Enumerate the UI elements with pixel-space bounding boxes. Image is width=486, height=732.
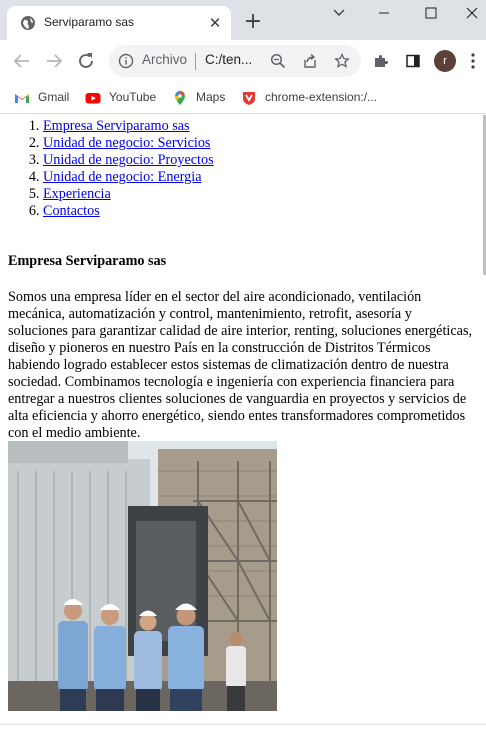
maximize-icon[interactable] [418, 2, 444, 24]
company-description: Somos una empresa líder en el sector del… [8, 289, 473, 441]
bookmark-label: Maps [196, 90, 226, 104]
extensions-puzzle-icon[interactable] [373, 53, 389, 69]
nav-item: Unidad de negocio: Servicios [43, 135, 443, 152]
new-tab-button[interactable]: + [242, 11, 264, 33]
globe-icon [21, 16, 35, 30]
page-viewport: Empresa Serviparamo sas Unidad de negoci… [0, 115, 486, 725]
minimize-icon[interactable] [371, 2, 397, 24]
address-bar[interactable]: Archivo C:/ten... [109, 45, 361, 77]
share-icon[interactable] [302, 53, 318, 69]
info-icon[interactable] [118, 53, 134, 69]
maps-icon [175, 90, 185, 105]
side-panel-icon[interactable] [405, 53, 421, 69]
section-title: Empresa Serviparamo sas [8, 253, 167, 269]
nav-item: Empresa Serviparamo sas [43, 118, 443, 135]
tab-strip: Serviparamo sas ✕ + [0, 0, 486, 40]
gmail-icon [15, 94, 29, 103]
back-arrow-icon[interactable] [10, 49, 34, 73]
bookmark-label: chrome-extension:/... [265, 90, 378, 104]
nav-link-experiencia[interactable]: Experiencia [43, 186, 111, 202]
nav-link-contactos[interactable]: Contactos [43, 203, 100, 219]
close-icon[interactable]: ✕ [206, 14, 224, 32]
zoom-out-icon[interactable] [270, 53, 286, 69]
browser-tab-active[interactable]: Serviparamo sas ✕ [7, 6, 231, 40]
youtube-icon [85, 93, 101, 104]
file-scheme-chip: Archivo [142, 52, 188, 67]
bookmark-star-icon[interactable] [334, 53, 350, 69]
chevron-down-icon[interactable] [326, 2, 352, 24]
taskbar-edge [0, 724, 486, 732]
forward-arrow-icon[interactable] [42, 49, 66, 73]
close-window-icon[interactable] [459, 2, 485, 24]
nav-link-proyectos[interactable]: Unidad de negocio: Proyectos [43, 152, 214, 168]
bookmark-label: Gmail [38, 90, 70, 104]
nav-link-servicios[interactable]: Unidad de negocio: Servicios [43, 135, 210, 151]
nav-item: Experiencia [43, 186, 443, 203]
extension-shield-icon [243, 92, 255, 105]
site-nav-list: Empresa Serviparamo sas Unidad de negoci… [43, 118, 443, 220]
more-vert-icon[interactable] [470, 52, 476, 70]
browser-toolbar: Archivo C:/ten... r [0, 40, 486, 82]
nav-link-empresa[interactable]: Empresa Serviparamo sas [43, 118, 190, 134]
nav-item: Unidad de negocio: Proyectos [43, 152, 443, 169]
nav-item: Unidad de negocio: Energia [43, 169, 443, 186]
team-photo [8, 441, 277, 711]
nav-item: Contactos [43, 203, 443, 220]
omnibox-divider [195, 53, 196, 70]
profile-avatar[interactable]: r [434, 50, 456, 72]
bookmarks-bar: Gmail YouTube Maps chrome-extension:/... [0, 82, 486, 114]
url-text[interactable]: C:/ten... [205, 52, 252, 67]
bookmark-label: YouTube [109, 90, 157, 104]
reload-icon[interactable] [74, 49, 98, 73]
nav-link-energia[interactable]: Unidad de negocio: Energia [43, 169, 202, 185]
tab-title: Serviparamo sas [44, 15, 135, 29]
